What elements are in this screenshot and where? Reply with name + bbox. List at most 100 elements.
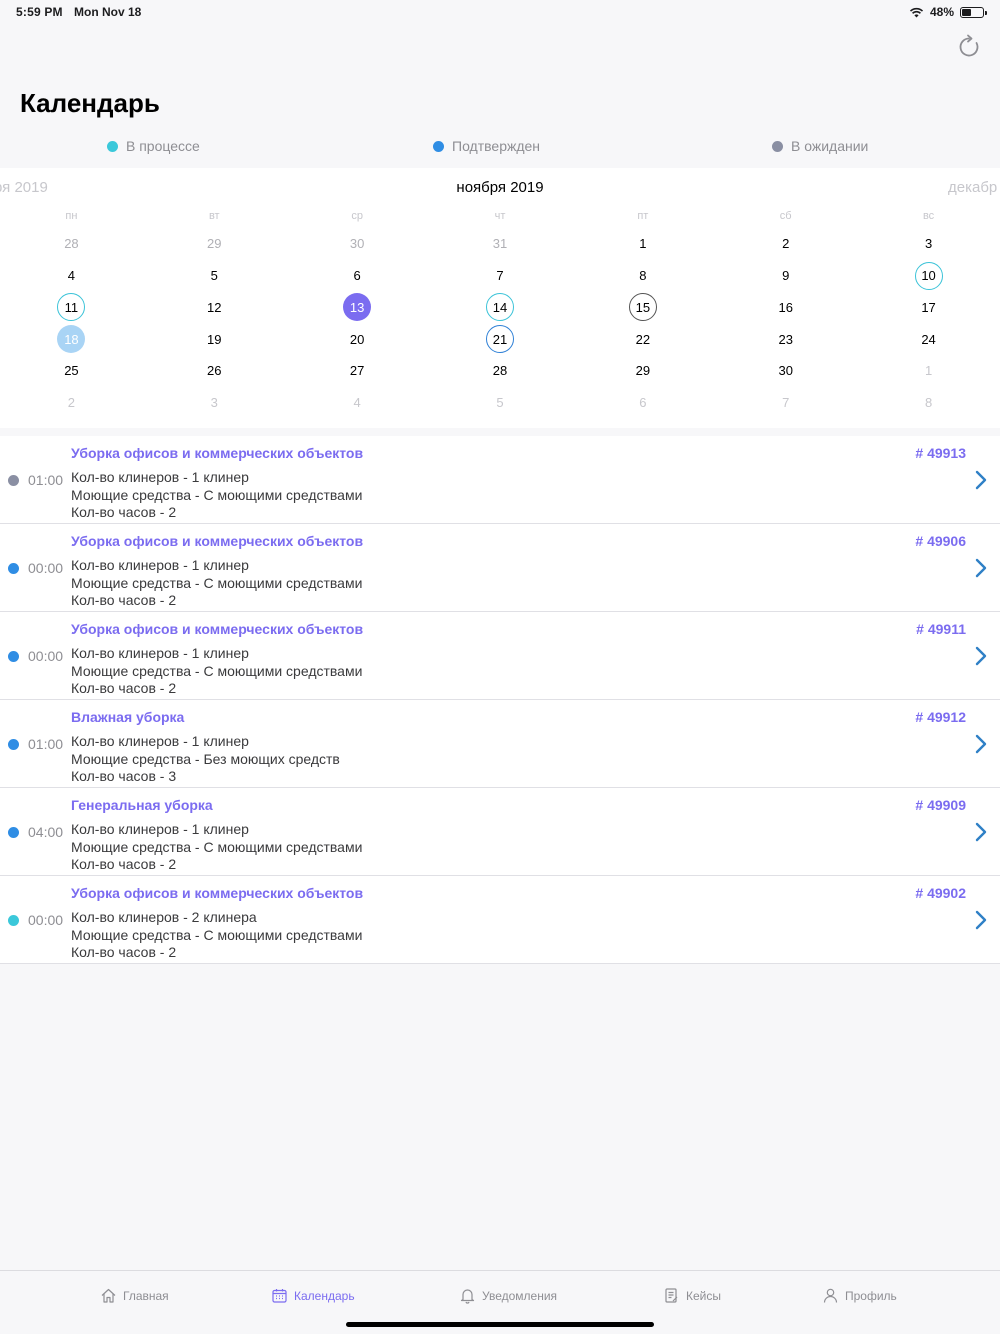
calendar-day-cell[interactable]: 5 — [429, 387, 572, 419]
tab-calendar[interactable]: Календарь — [271, 1287, 355, 1304]
tab-cases[interactable]: Кейсы — [663, 1287, 721, 1304]
order-time: 01:00 — [28, 472, 64, 488]
calendar-day-cell[interactable]: 29 — [571, 355, 714, 387]
order-cleaners: Кол-во клинеров - 1 клинер — [71, 645, 249, 661]
calendar-day-cell[interactable]: 4 — [286, 387, 429, 419]
order-row[interactable]: 01:00 Уборка офисов и коммерческих объект… — [0, 436, 1000, 524]
calendar-day: 4 — [67, 268, 76, 284]
chevron-right-icon[interactable] — [974, 734, 988, 754]
calendar-day-cell[interactable]: 5 — [143, 260, 286, 292]
order-status-dot — [8, 827, 19, 838]
tab-label: Уведомления — [482, 1288, 558, 1303]
calendar-day-cell[interactable]: 12 — [143, 292, 286, 324]
calendar-day: 29 — [207, 236, 222, 252]
calendar-day-cell[interactable]: 30 — [714, 355, 857, 387]
refresh-icon[interactable] — [956, 34, 982, 60]
order-row[interactable]: 00:00 Уборка офисов и коммерческих объект… — [0, 876, 1000, 964]
calendar-day-cell[interactable]: 1 — [857, 355, 1000, 387]
calendar-day: 1 — [639, 236, 647, 252]
order-detergents: Моющие средства - С моющими средствами — [71, 663, 363, 679]
calendar-day-cell[interactable]: 6 — [571, 387, 714, 419]
battery-percent: 48% — [929, 5, 954, 19]
calendar-day-cell[interactable]: 8 — [857, 387, 1000, 419]
order-row[interactable]: 01:00 Влажная уборка # 49912 Кол-во клинеро… — [0, 700, 1000, 788]
calendar-day-cell[interactable]: 18 — [0, 323, 143, 355]
month-current: ноября 2019 — [456, 179, 544, 196]
page-title: Календарь — [20, 88, 160, 118]
order-status-dot — [8, 739, 19, 750]
calendar-day-cell[interactable]: 6 — [286, 260, 429, 292]
calendar-day: 4 — [353, 395, 361, 411]
calendar-day-cell[interactable]: 20 — [286, 323, 429, 355]
order-status-dot — [8, 563, 19, 574]
calendar-day: 16 — [778, 299, 793, 315]
calendar-day-cell[interactable]: 21 — [429, 323, 572, 355]
calendar-day-cell[interactable]: 2 — [0, 387, 143, 419]
calendar-day-cell[interactable]: 9 — [714, 260, 857, 292]
calendar-day: 7 — [782, 395, 790, 411]
legend-label: Подтвержден — [452, 138, 541, 154]
order-number: # 49909 — [915, 797, 966, 813]
order-number: # 49902 — [915, 885, 966, 901]
calendar-day-cell[interactable]: 8 — [571, 260, 714, 292]
orders-list: 01:00 Уборка офисов и коммерческих объект… — [0, 436, 1000, 964]
calendar-day-cell[interactable]: 27 — [286, 355, 429, 387]
calendar-day-cell[interactable]: 17 — [857, 292, 1000, 324]
calendar-day-cell[interactable]: 7 — [429, 260, 572, 292]
month-next[interactable]: декабр — [948, 179, 1000, 196]
calendar-day-cell[interactable]: 28 — [0, 228, 143, 260]
order-time: 00:00 — [28, 560, 64, 576]
calendar-day: 1 — [924, 363, 933, 379]
order-detergents: Моющие средства - С моющими средствами — [71, 927, 363, 943]
calendar-day-cell[interactable]: 14 — [429, 292, 572, 324]
calendar-day-cell[interactable]: 13 — [286, 292, 429, 324]
legend-waiting: В ожидании — [772, 138, 868, 154]
calendar-day: 21 — [485, 325, 514, 354]
calendar-day-cell[interactable]: 19 — [143, 323, 286, 355]
calendar-day-cell[interactable]: 25 — [0, 355, 143, 387]
chevron-right-icon[interactable] — [974, 822, 988, 842]
chevron-right-icon[interactable] — [974, 910, 988, 930]
calendar-day-cell[interactable]: 1 — [571, 228, 714, 260]
battery-level — [962, 8, 972, 16]
calendar-day-cell[interactable]: 10 — [857, 260, 1000, 292]
tab-profile[interactable]: Профиль — [822, 1287, 897, 1304]
calendar-day: 5 — [210, 268, 218, 284]
weekday-label: пт — [637, 210, 649, 222]
order-number: # 49912 — [915, 709, 966, 725]
calendar-day: 2 — [67, 395, 76, 411]
calendar-day-cell[interactable]: 15 — [571, 292, 714, 324]
wifi-icon — [909, 7, 924, 17]
calendar-day-cell[interactable]: 30 — [286, 228, 429, 260]
calendar-day-cell[interactable]: 29 — [143, 228, 286, 260]
calendar-day-cell[interactable]: 31 — [429, 228, 572, 260]
calendar-day-cell[interactable]: 11 — [0, 292, 143, 324]
calendar-day-cell[interactable]: 24 — [857, 323, 1000, 355]
calendar-day-cell[interactable]: 23 — [714, 323, 857, 355]
order-time: 04:00 — [28, 824, 64, 840]
calendar-day-cell[interactable]: 2 — [714, 228, 857, 260]
calendar-day-cell[interactable]: 7 — [714, 387, 857, 419]
chevron-right-icon[interactable] — [974, 470, 988, 490]
legend-label: В ожидании — [791, 138, 869, 154]
calendar-day-cell[interactable]: 28 — [429, 355, 572, 387]
order-title: Генеральная уборка — [71, 797, 213, 813]
chevron-right-icon[interactable] — [974, 558, 988, 578]
calendar-day-cell[interactable]: 3 — [143, 387, 286, 419]
order-row[interactable]: 00:00 Уборка офисов и коммерческих объект… — [0, 524, 1000, 612]
calendar-day-cell[interactable]: 22 — [571, 323, 714, 355]
calendar-day: 28 — [492, 363, 508, 379]
chevron-right-icon[interactable] — [974, 646, 988, 666]
calendar-day-cell[interactable]: 4 — [0, 260, 143, 292]
order-row[interactable]: 04:00 Генеральная уборка # 49909 Кол-во кли… — [0, 788, 1000, 876]
calendar-day-cell[interactable]: 3 — [857, 228, 1000, 260]
tab-notifications[interactable]: Уведомления — [459, 1287, 557, 1304]
calendar-day: 25 — [64, 363, 79, 379]
calendar-day-cell[interactable]: 16 — [714, 292, 857, 324]
order-detergents: Моющие средства - С моющими средствами — [71, 575, 363, 591]
calendar-day-cell[interactable]: 26 — [143, 355, 286, 387]
order-row[interactable]: 00:00 Уборка офисов и коммерческих объект… — [0, 612, 1000, 700]
tab-home[interactable]: Главная — [100, 1287, 169, 1304]
order-title: Влажная уборка — [71, 709, 185, 725]
calendar-day: 2 — [782, 236, 790, 252]
